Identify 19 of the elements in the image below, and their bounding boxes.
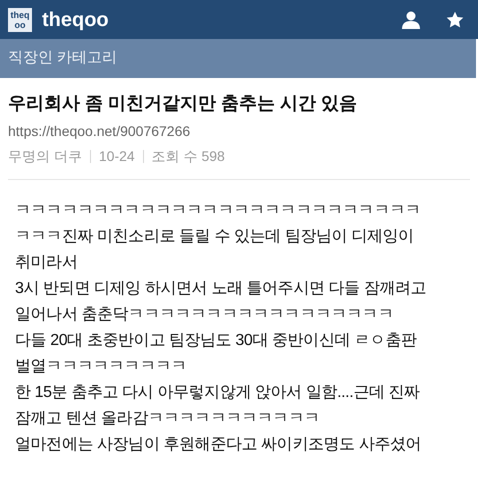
site-name[interactable]: theqoo: [42, 4, 109, 34]
logo[interactable]: theqoo: [8, 8, 32, 32]
star-icon[interactable]: [446, 10, 464, 28]
body-text-line: 3시 반되면 디제잉 하시면서 노래 틀어주시면 다들 잠깨려고: [15, 279, 426, 299]
meta-text: 무명의 더쿠: [8, 147, 82, 166]
meta-text: 조회 수 598: [152, 147, 225, 166]
post-title: 우리회사 좀 미친거같지만 춤추는 시간 있음: [8, 92, 358, 115]
body-text-line: 벌열ㅋㅋㅋㅋㅋㅋㅋㅋㅋ: [15, 357, 187, 377]
body-text-line: ㅋㅋㅋㅋㅋㅋㅋㅋㅋㅋㅋㅋㅋㅋㅋㅋㅋㅋㅋㅋㅋㅋㅋㅋㅋㅋ: [15, 201, 421, 221]
body-text-line: 한 15분 춤추고 다시 아무렇지않게 앉아서 일함....근데 진짜: [15, 383, 420, 403]
body-text-line: 잠깨고 텐션 올라감ㅋㅋㅋㅋㅋㅋㅋㅋㅋㅋㅋ: [15, 409, 320, 429]
body-text-line: 일어나서 춤춘닥ㅋㅋㅋㅋㅋㅋㅋㅋㅋㅋㅋㅋㅋㅋㅋㅋㅋ: [15, 305, 394, 325]
body-text-line: 취미라서: [15, 253, 78, 273]
body-text-line: 다들 20대 초중반이고 팀장님도 30대 중반이신데 ㄹㅇ춤판: [15, 331, 416, 351]
body-text-line: 얼마전에는 사장님이 후원해준다고 싸이키조명도 사주셨어: [15, 435, 422, 455]
body-text-line: ㅋㅋㅋ진짜 미친소리로 들릴 수 있는데 팀장님이 디제잉이: [15, 227, 414, 247]
post-url[interactable]: https://theqoo.net/900767266: [8, 121, 470, 142]
user-icon[interactable]: [402, 10, 420, 28]
meta-text: 10-24: [98, 147, 135, 166]
